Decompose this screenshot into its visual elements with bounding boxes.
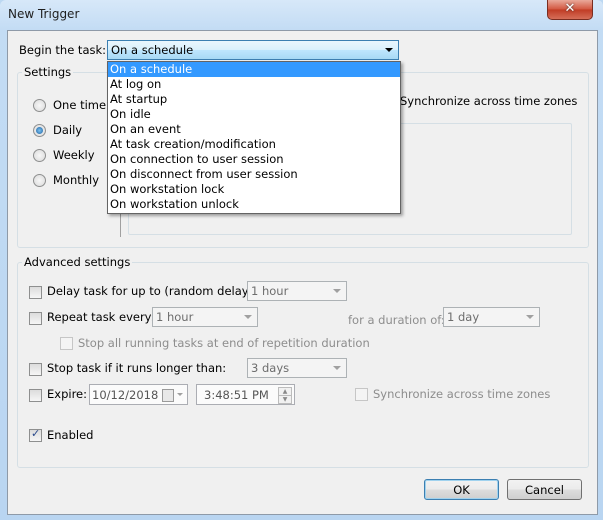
begin-task-combo[interactable]: On a schedule bbox=[107, 40, 399, 60]
expire-sync-label: Synchronize across time zones bbox=[373, 387, 551, 401]
dropdown-option[interactable]: On idle bbox=[108, 107, 400, 122]
duration-label: for a duration of: bbox=[348, 313, 445, 327]
delay-task-combo[interactable]: 1 hour bbox=[247, 281, 347, 301]
ok-button[interactable]: OK bbox=[424, 479, 499, 500]
close-button[interactable]: ✕ bbox=[547, 0, 593, 20]
chevron-down-icon bbox=[526, 315, 534, 319]
dropdown-option[interactable]: At startup bbox=[108, 92, 400, 107]
expire-date-value: 10/12/2018 bbox=[92, 388, 159, 402]
dropdown-option[interactable]: On workstation unlock bbox=[108, 197, 400, 212]
calendar-icon[interactable] bbox=[162, 389, 174, 402]
dropdown-option[interactable]: On workstation lock bbox=[108, 182, 400, 197]
dropdown-option[interactable]: On a schedule bbox=[108, 62, 400, 77]
repeat-task-checkbox[interactable] bbox=[29, 312, 42, 325]
radio-weekly[interactable] bbox=[33, 149, 46, 162]
stop-longer-checkbox[interactable] bbox=[29, 363, 42, 376]
radio-weekly-label: Weekly bbox=[53, 148, 95, 162]
dropdown-option[interactable]: At log on bbox=[108, 77, 400, 92]
stop-longer-label: Stop task if it runs longer than: bbox=[47, 361, 227, 375]
checkmark-icon: ✓ bbox=[31, 427, 41, 440]
new-trigger-dialog: New Trigger ✕ Begin the task: On a sched… bbox=[0, 0, 603, 520]
expire-checkbox[interactable] bbox=[29, 389, 42, 402]
radio-daily-label: Daily bbox=[53, 123, 83, 137]
radio-one-time[interactable] bbox=[33, 99, 46, 112]
dropdown-option[interactable]: At task creation/modification bbox=[108, 137, 400, 152]
chevron-down-icon bbox=[333, 366, 341, 370]
stop-longer-value: 3 days bbox=[251, 361, 290, 375]
chevron-down-icon bbox=[177, 393, 183, 396]
delay-task-label: Delay task for up to (random delay): bbox=[47, 284, 257, 298]
stop-all-tasks-label: Stop all running tasks at end of repetit… bbox=[78, 336, 370, 350]
duration-combo[interactable]: 1 day bbox=[443, 307, 540, 327]
settings-sync-label: Synchronize across time zones bbox=[400, 94, 578, 108]
radio-monthly[interactable] bbox=[33, 174, 46, 187]
expire-sync-checkbox[interactable] bbox=[355, 388, 368, 401]
begin-task-dropdown-list: On a schedule At log on At startup On id… bbox=[107, 61, 401, 214]
enabled-checkbox[interactable]: ✓ bbox=[29, 427, 42, 442]
enabled-label: Enabled bbox=[47, 428, 94, 442]
dropdown-option[interactable]: On an event bbox=[108, 122, 400, 137]
dropdown-option[interactable]: On connection to user session bbox=[108, 152, 400, 167]
repeat-task-label: Repeat task every: bbox=[47, 310, 155, 324]
stop-longer-combo[interactable]: 3 days bbox=[247, 358, 347, 378]
dropdown-option[interactable]: On disconnect from user session bbox=[108, 167, 400, 182]
begin-task-value: On a schedule bbox=[111, 43, 194, 57]
radio-one-time-label: One time bbox=[53, 98, 107, 112]
expire-time-field[interactable]: 3:48:51 PM ▲ ▼ bbox=[196, 384, 295, 405]
delay-task-value: 1 hour bbox=[251, 284, 289, 298]
spin-down-icon[interactable]: ▼ bbox=[278, 395, 292, 404]
window-title: New Trigger bbox=[8, 7, 80, 21]
expire-label: Expire: bbox=[47, 387, 87, 401]
radio-monthly-label: Monthly bbox=[53, 173, 100, 187]
radio-daily[interactable] bbox=[33, 124, 46, 137]
chevron-down-icon bbox=[244, 315, 252, 319]
repeat-task-combo[interactable]: 1 hour bbox=[152, 307, 258, 327]
repeat-task-value: 1 hour bbox=[156, 310, 194, 324]
advanced-settings-title: Advanced settings bbox=[22, 255, 133, 269]
chevron-down-icon bbox=[333, 289, 341, 293]
stop-all-tasks-checkbox[interactable] bbox=[60, 337, 73, 350]
begin-task-label: Begin the task: bbox=[19, 43, 107, 57]
delay-task-checkbox[interactable] bbox=[29, 286, 42, 299]
cancel-button[interactable]: Cancel bbox=[507, 479, 582, 500]
settings-group-title: Settings bbox=[22, 65, 74, 79]
expire-time-value: 3:48:51 PM bbox=[204, 388, 269, 402]
duration-value: 1 day bbox=[447, 310, 480, 324]
chevron-down-icon bbox=[385, 48, 393, 52]
expire-date-picker[interactable]: 10/12/2018 bbox=[89, 384, 188, 405]
close-icon: ✕ bbox=[564, 1, 576, 16]
